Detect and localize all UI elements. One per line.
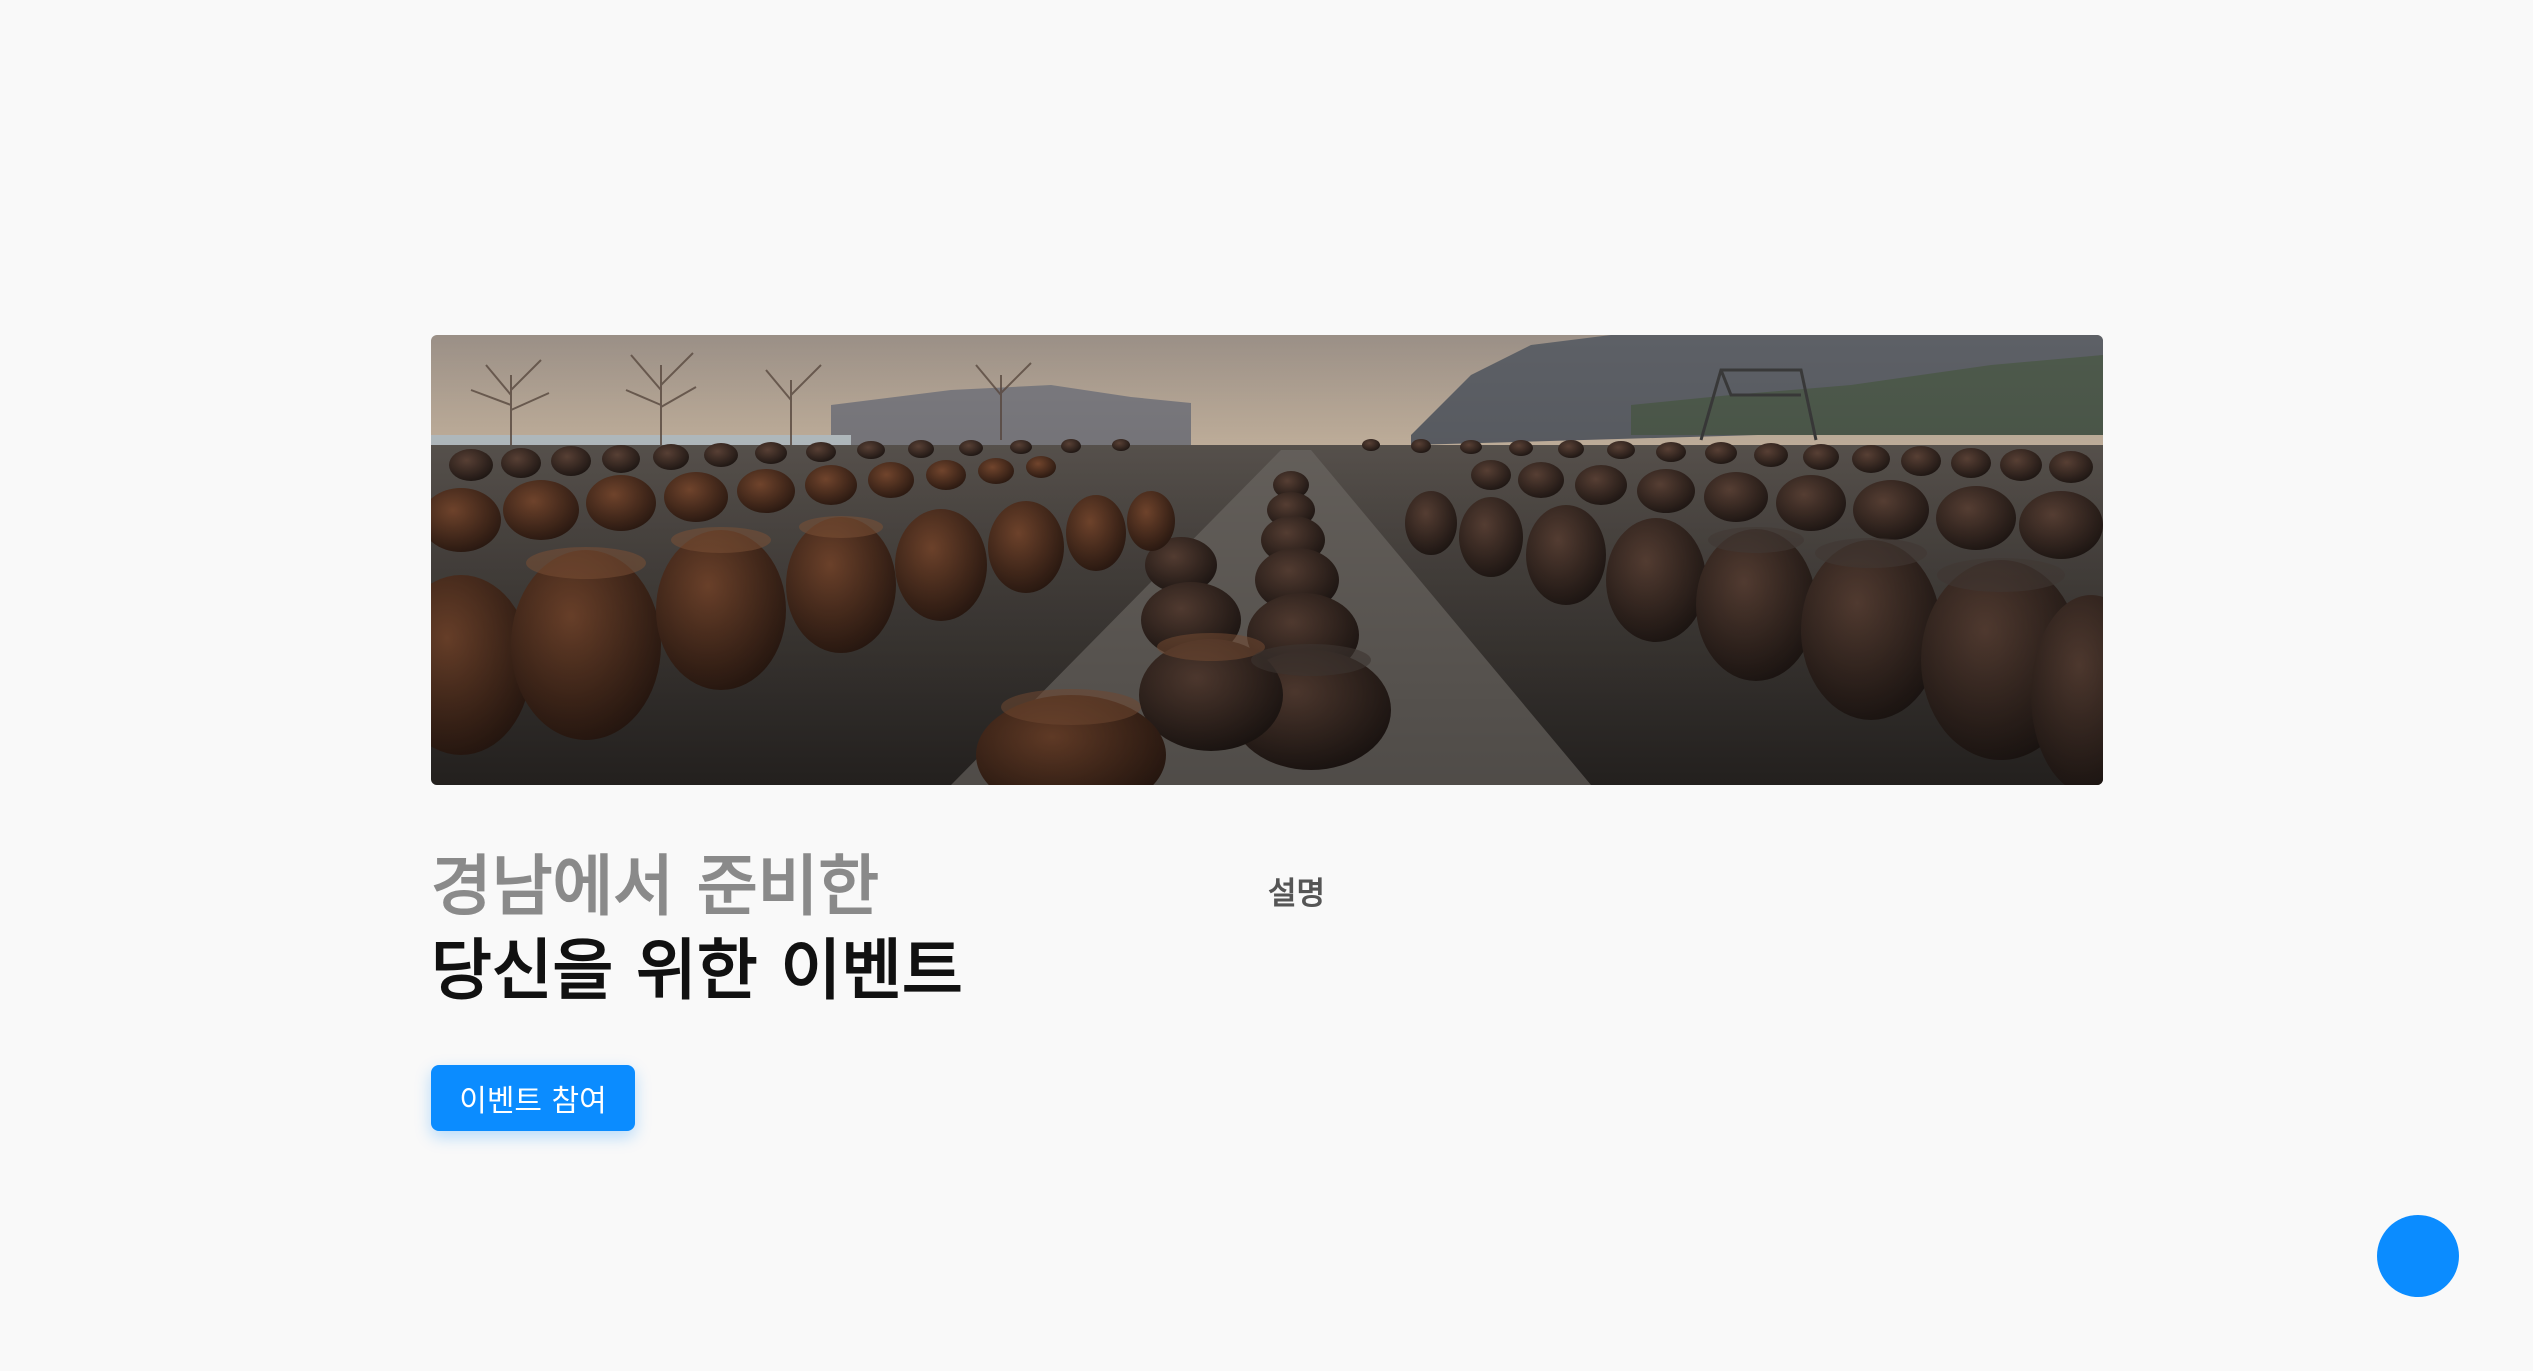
headline-line-strong: 당신을 위한 이벤트 (431, 932, 963, 1009)
description-label: 설명 (1268, 876, 1326, 912)
page-headline: 경남에서 준비한 당신을 위한 이벤트 (431, 845, 963, 1013)
hero-image (431, 335, 2103, 785)
headline-line-muted: 경남에서 준비한 (431, 848, 880, 925)
onggi-jar-field-photo (431, 335, 2103, 785)
event-page: 경남에서 준비한 당신을 위한 이벤트 설명 이벤트 참여 (0, 0, 2533, 1371)
circle-action-icon[interactable] (2377, 1215, 2459, 1297)
join-event-button[interactable]: 이벤트 참여 (431, 1065, 635, 1131)
